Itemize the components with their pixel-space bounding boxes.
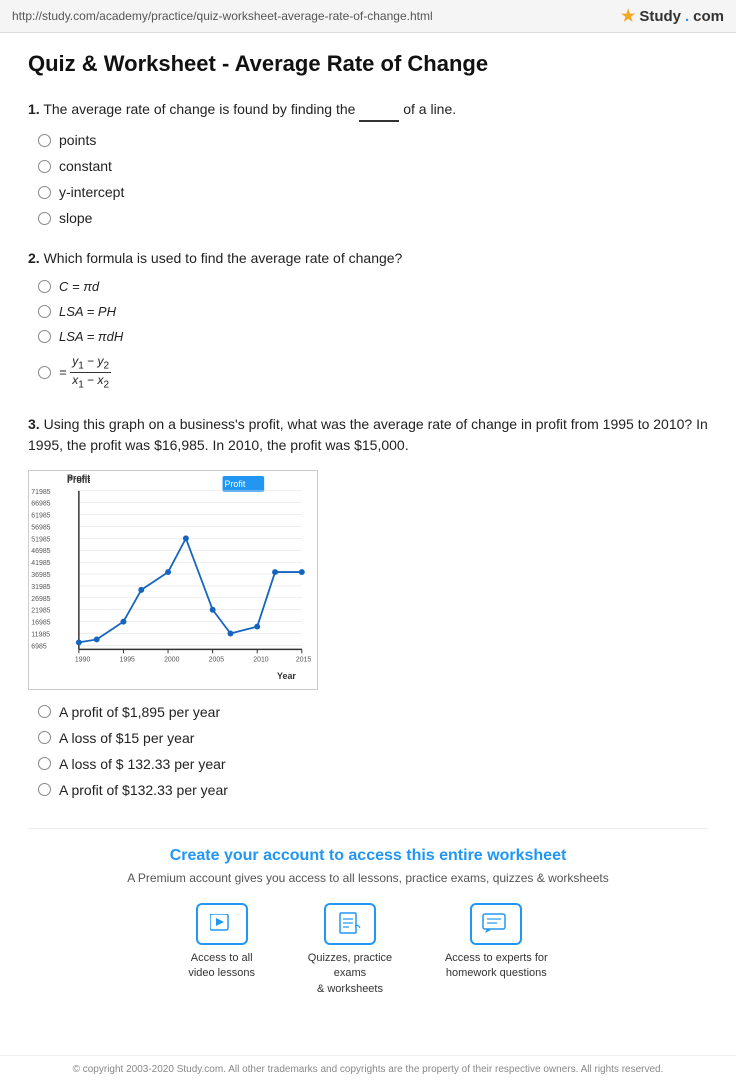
question-2-text: 2. Which formula is used to find the ave… [28, 248, 708, 269]
radio-icon[interactable] [38, 757, 51, 770]
question-2: 2. Which formula is used to find the ave… [28, 248, 708, 392]
logo: ★ Study.com [621, 6, 724, 26]
svg-text:Profit: Profit [67, 475, 90, 485]
option-2-3[interactable]: LSA = πdH [38, 329, 708, 344]
radio-icon[interactable] [38, 705, 51, 718]
url-bar: http://study.com/academy/practice/quiz-w… [12, 9, 433, 23]
logo-text: Study [639, 8, 681, 25]
radio-icon[interactable] [38, 134, 51, 147]
question-2-number: 2. [28, 250, 40, 266]
option-label: = y1 − y2 x1 − x2 [59, 354, 111, 392]
chart-container: Profit Profit [28, 470, 708, 690]
option-label: A loss of $15 per year [59, 730, 194, 746]
svg-text:2010: 2010 [253, 656, 269, 663]
svg-text:66985: 66985 [31, 500, 50, 507]
svg-text:2005: 2005 [209, 656, 225, 663]
option-3-2[interactable]: A loss of $15 per year [38, 730, 708, 746]
option-3-3[interactable]: A loss of $ 132.33 per year [38, 756, 708, 772]
question-2-options: C = πd LSA = PH LSA = πdH = y1 − y2 x1 −… [38, 279, 708, 392]
svg-text:1995: 1995 [119, 656, 135, 663]
option-label: C = πd [59, 279, 99, 294]
chat-icon [482, 913, 510, 935]
radio-icon[interactable] [38, 186, 51, 199]
radio-icon[interactable] [38, 212, 51, 225]
radio-icon[interactable] [38, 280, 51, 293]
svg-text:16985: 16985 [31, 619, 50, 626]
logo-star-icon: ★ [621, 6, 635, 26]
svg-text:26985: 26985 [31, 596, 50, 603]
cta-title: Create your account to access this entir… [38, 847, 698, 865]
radio-icon[interactable] [38, 305, 51, 318]
option-label: LSA = PH [59, 304, 116, 319]
quiz-icon [338, 912, 362, 936]
cta-section: Create your account to access this entir… [28, 828, 708, 1025]
svg-text:41985: 41985 [31, 560, 50, 567]
question-3: 3. Using this graph on a business's prof… [28, 414, 708, 798]
option-1-1[interactable]: points [38, 132, 708, 148]
svg-text:Year: Year [277, 671, 296, 681]
video-icon-box [196, 903, 248, 945]
question-3-number: 3. [28, 416, 40, 432]
option-label: constant [59, 158, 112, 174]
option-1-3[interactable]: y-intercept [38, 184, 708, 200]
svg-text:51985: 51985 [31, 536, 50, 543]
icon-expert: Access to experts forhomework questions [445, 903, 548, 997]
top-bar: http://study.com/academy/practice/quiz-w… [0, 0, 736, 33]
svg-text:11985: 11985 [31, 631, 50, 638]
profit-chart: Profit Profit [28, 470, 318, 690]
svg-text:46985: 46985 [31, 548, 50, 555]
option-label: A loss of $ 132.33 per year [59, 756, 226, 772]
option-2-4[interactable]: = y1 − y2 x1 − x2 [38, 354, 708, 392]
option-label: LSA = πdH [59, 329, 123, 344]
question-1-text: 1. The average rate of change is found b… [28, 99, 708, 122]
expert-icon-box [470, 903, 522, 945]
svg-text:6985: 6985 [31, 643, 47, 650]
question-3-options: A profit of $1,895 per year A loss of $1… [38, 704, 708, 798]
radio-icon[interactable] [38, 366, 51, 379]
option-label: y-intercept [59, 184, 124, 200]
page-title: Quiz & Worksheet - Average Rate of Chang… [28, 51, 708, 77]
question-3-text: 3. Using this graph on a business's prof… [28, 414, 708, 456]
option-3-1[interactable]: A profit of $1,895 per year [38, 704, 708, 720]
option-2-1[interactable]: C = πd [38, 279, 708, 294]
option-1-4[interactable]: slope [38, 210, 708, 226]
radio-icon[interactable] [38, 330, 51, 343]
option-label: A profit of $132.33 per year [59, 782, 228, 798]
svg-text:61985: 61985 [31, 512, 50, 519]
radio-icon[interactable] [38, 783, 51, 796]
icons-row: Access to allvideo lessons Quizzes, prac… [38, 903, 698, 997]
question-1-number: 1. [28, 101, 40, 117]
cta-subtitle: A Premium account gives you access to al… [38, 871, 698, 885]
radio-icon[interactable] [38, 731, 51, 744]
expert-icon-label: Access to experts forhomework questions [445, 951, 548, 982]
video-icon-label: Access to allvideo lessons [188, 951, 255, 982]
option-1-2[interactable]: constant [38, 158, 708, 174]
quiz-icon-label: Quizzes, practice exams& worksheets [295, 951, 405, 997]
play-icon [210, 914, 234, 934]
option-label: points [59, 132, 96, 148]
quiz-icon-box [324, 903, 376, 945]
icon-video: Access to allvideo lessons [188, 903, 255, 997]
question-1-options: points constant y-intercept slope [38, 132, 708, 226]
option-3-4[interactable]: A profit of $132.33 per year [38, 782, 708, 798]
svg-text:71985: 71985 [31, 489, 50, 496]
svg-text:2000: 2000 [164, 656, 180, 663]
footer: © copyright 2003-2020 Study.com. All oth… [0, 1055, 736, 1083]
svg-text:21985: 21985 [31, 607, 50, 614]
logo-dot: . [685, 8, 689, 25]
svg-text:2015: 2015 [296, 656, 312, 663]
option-2-2[interactable]: LSA = PH [38, 304, 708, 319]
option-label: A profit of $1,895 per year [59, 704, 220, 720]
icon-quiz: Quizzes, practice exams& worksheets [295, 903, 405, 997]
svg-text:36985: 36985 [31, 572, 50, 579]
svg-text:1990: 1990 [75, 656, 91, 663]
option-label: slope [59, 210, 92, 226]
question-1: 1. The average rate of change is found b… [28, 99, 708, 226]
svg-text:Profit: Profit [225, 479, 246, 489]
svg-text:31985: 31985 [31, 584, 50, 591]
svg-text:56985: 56985 [31, 524, 50, 531]
logo-com: com [693, 8, 724, 25]
radio-icon[interactable] [38, 160, 51, 173]
